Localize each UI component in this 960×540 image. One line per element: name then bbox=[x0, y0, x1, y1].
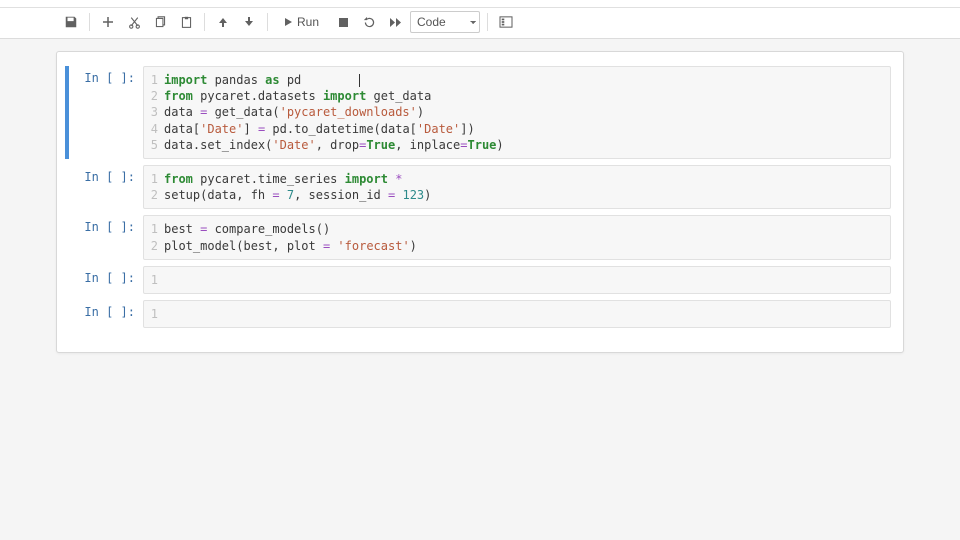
line-number: 1 bbox=[150, 221, 164, 237]
cell-input-area[interactable]: 1best = compare_models()2plot_model(best… bbox=[143, 215, 891, 259]
move-down-button[interactable] bbox=[238, 11, 260, 33]
line-number: 1 bbox=[150, 72, 164, 88]
save-button[interactable] bbox=[60, 11, 82, 33]
cell-input-area[interactable]: 1import pandas as pd2from pycaret.datase… bbox=[143, 66, 891, 159]
code-line: 1import pandas as pd bbox=[150, 72, 884, 88]
line-number: 4 bbox=[150, 121, 164, 137]
code-line: 1best = compare_models() bbox=[150, 221, 884, 237]
code-text: data.set_index('Date', drop=True, inplac… bbox=[164, 137, 504, 153]
code-cell[interactable]: In [ ]: 1 bbox=[69, 300, 891, 328]
separator bbox=[204, 13, 205, 31]
code-line: 2plot_model(best, plot = 'forecast') bbox=[150, 238, 884, 254]
paste-button[interactable] bbox=[175, 11, 197, 33]
code-cell[interactable]: In [ ]:1best = compare_models()2plot_mod… bbox=[69, 215, 891, 259]
code-text: from pycaret.datasets import get_data bbox=[164, 88, 431, 104]
add-cell-button[interactable] bbox=[97, 11, 119, 33]
command-palette-button[interactable] bbox=[495, 11, 517, 33]
cell-prompt: In [ ]: bbox=[69, 215, 143, 259]
code-text: plot_model(best, plot = 'forecast') bbox=[164, 238, 417, 254]
code-line: 1 bbox=[150, 306, 884, 322]
code-text: from pycaret.time_series import * bbox=[164, 171, 402, 187]
notebook: In [ ]:1import pandas as pd2from pycaret… bbox=[56, 51, 904, 353]
text-cursor bbox=[359, 74, 360, 87]
code-text: best = compare_models() bbox=[164, 221, 330, 237]
code-line: 3data = get_data('pycaret_downloads') bbox=[150, 104, 884, 120]
line-number: 1 bbox=[150, 171, 164, 187]
code-cell[interactable]: In [ ]:1from pycaret.time_series import … bbox=[69, 165, 891, 209]
code-line: 2from pycaret.datasets import get_data bbox=[150, 88, 884, 104]
notebook-container: In [ ]:1import pandas as pd2from pycaret… bbox=[0, 39, 960, 383]
code-text: import pandas as pd bbox=[164, 72, 360, 88]
separator bbox=[487, 13, 488, 31]
interrupt-button[interactable] bbox=[332, 11, 354, 33]
code-text: setup(data, fh = 7, session_id = 123) bbox=[164, 187, 431, 203]
cell-input-area[interactable]: 1 bbox=[143, 300, 891, 328]
code-line: 1from pycaret.time_series import * bbox=[150, 171, 884, 187]
run-button[interactable]: Run bbox=[275, 11, 328, 33]
line-number: 5 bbox=[150, 137, 164, 153]
code-line: 2setup(data, fh = 7, session_id = 123) bbox=[150, 187, 884, 203]
run-button-label: Run bbox=[297, 15, 319, 29]
line-number: 2 bbox=[150, 187, 164, 203]
line-number: 1 bbox=[150, 306, 164, 322]
separator bbox=[89, 13, 90, 31]
line-number: 1 bbox=[150, 272, 164, 288]
menubar bbox=[0, 0, 960, 8]
cut-button[interactable] bbox=[123, 11, 145, 33]
cell-prompt: In [ ]: bbox=[69, 266, 143, 294]
restart-button[interactable] bbox=[358, 11, 380, 33]
cell-prompt: In [ ]: bbox=[69, 300, 143, 328]
line-number: 2 bbox=[150, 238, 164, 254]
code-cell[interactable]: In [ ]:1import pandas as pd2from pycaret… bbox=[69, 66, 891, 159]
cell-prompt: In [ ]: bbox=[69, 165, 143, 209]
cell-type-select[interactable]: Code bbox=[410, 11, 480, 33]
code-cell[interactable]: In [ ]: 1 bbox=[69, 266, 891, 294]
line-number: 3 bbox=[150, 104, 164, 120]
code-text: data['Date'] = pd.to_datetime(data['Date… bbox=[164, 121, 475, 137]
cell-input-area[interactable]: 1from pycaret.time_series import *2setup… bbox=[143, 165, 891, 209]
cell-prompt: In [ ]: bbox=[69, 66, 143, 159]
separator bbox=[267, 13, 268, 31]
code-line: 4data['Date'] = pd.to_datetime(data['Dat… bbox=[150, 121, 884, 137]
restart-run-all-button[interactable] bbox=[384, 11, 406, 33]
copy-button[interactable] bbox=[149, 11, 171, 33]
code-line: 5data.set_index('Date', drop=True, inpla… bbox=[150, 137, 884, 153]
line-number: 2 bbox=[150, 88, 164, 104]
toolbar: Run Code bbox=[0, 8, 960, 39]
code-line: 1 bbox=[150, 272, 884, 288]
move-up-button[interactable] bbox=[212, 11, 234, 33]
cell-input-area[interactable]: 1 bbox=[143, 266, 891, 294]
code-text: data = get_data('pycaret_downloads') bbox=[164, 104, 424, 120]
